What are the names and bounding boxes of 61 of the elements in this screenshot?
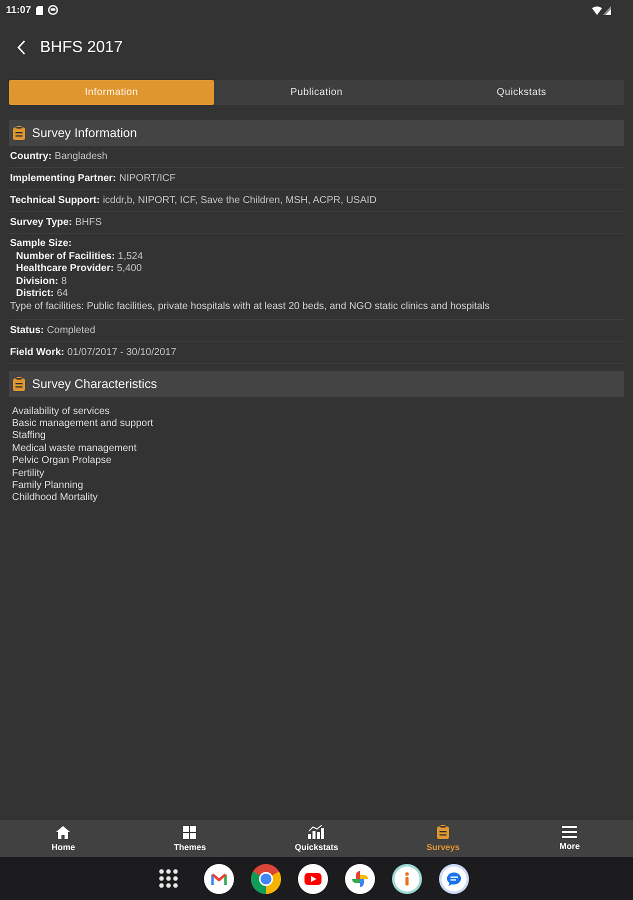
play-button-icon[interactable] xyxy=(298,864,328,894)
nav-item[interactable]: Themes xyxy=(126,820,254,857)
field-label: Survey Type: xyxy=(10,217,72,228)
nav-item[interactable]: Surveys xyxy=(380,820,506,857)
tab[interactable]: Publication xyxy=(214,80,419,105)
status-time: 11:07 xyxy=(6,4,32,16)
list-item: Availability of services xyxy=(12,406,110,418)
field-value: BHFS xyxy=(75,217,102,228)
menu-icon xyxy=(562,826,578,838)
nav-item[interactable]: Home xyxy=(0,820,127,857)
clipboard-icon xyxy=(13,376,25,391)
field-label: Sample Size: xyxy=(10,238,73,251)
field-value: 1,524 xyxy=(118,250,143,264)
field-value: icddr,b, NIPORT, ICF, Save the Children, MSH, ACPR, USAID xyxy=(102,195,377,206)
info-icon[interactable] xyxy=(392,864,422,894)
home-icon xyxy=(56,826,70,838)
nav-item[interactable]: Quickstats xyxy=(253,820,380,857)
chat-bubble-icon[interactable] xyxy=(438,864,468,894)
list-item: Childhood Mortality xyxy=(12,492,98,505)
field-label: District: xyxy=(16,288,54,301)
field-value: Completed xyxy=(46,324,96,336)
clipboard-icon xyxy=(13,126,25,140)
field-text: Type of facilities: Public facilities, private hospitals with at least 20 beds, and NGO static clinics and hospitals xyxy=(10,300,491,314)
clipboard-icon xyxy=(437,825,450,839)
pinwheel-icon[interactable] xyxy=(344,864,374,894)
ring-logo-icon[interactable] xyxy=(250,864,280,894)
list-item: Staffing xyxy=(12,430,46,443)
field-label: Implementing Partner: xyxy=(10,173,116,184)
list-item: Basic management and support xyxy=(12,418,154,430)
field-label: Healthcare Provider: xyxy=(16,263,114,276)
field-value: NIPORT/ICF xyxy=(119,173,176,184)
grid-icon xyxy=(183,826,196,838)
field-value: 64 xyxy=(56,288,68,301)
screen-title: BHFS 2017 xyxy=(40,38,123,56)
section-title: Survey Characteristics xyxy=(32,376,158,391)
field-label: Country: xyxy=(10,151,52,162)
signal-icon xyxy=(603,6,611,14)
field-value: 8 xyxy=(61,276,67,288)
sd-card-icon xyxy=(36,6,44,14)
notification-icon xyxy=(48,5,58,15)
m-logo-icon[interactable] xyxy=(204,864,234,894)
back-button[interactable] xyxy=(15,38,28,57)
field-label: Field Work: xyxy=(10,346,64,358)
nav-item[interactable]: More xyxy=(506,820,633,857)
section-title: Survey Information xyxy=(32,126,137,140)
field-label: Status: xyxy=(10,324,44,336)
field-value: 01/07/2017 - 30/10/2017 xyxy=(67,346,176,358)
field-value: Bangladesh xyxy=(54,151,108,162)
field-value: 5,400 xyxy=(116,263,142,276)
apps-grid-icon[interactable] xyxy=(158,869,178,888)
field-label: Technical Support: xyxy=(10,195,100,206)
list-item: Family Planning xyxy=(12,480,84,492)
field-label: Number of Facilities: xyxy=(16,250,115,264)
wifi-icon xyxy=(592,6,602,14)
tab[interactable]: Quickstats xyxy=(419,80,624,105)
back-icon xyxy=(17,40,26,55)
list-item: Medical waste management xyxy=(12,442,137,456)
bar-chart-icon xyxy=(308,825,324,839)
list-item: Fertility xyxy=(12,468,44,480)
field-label: Division: xyxy=(16,276,58,288)
list-item: Pelvic Organ Prolapse xyxy=(12,455,112,468)
